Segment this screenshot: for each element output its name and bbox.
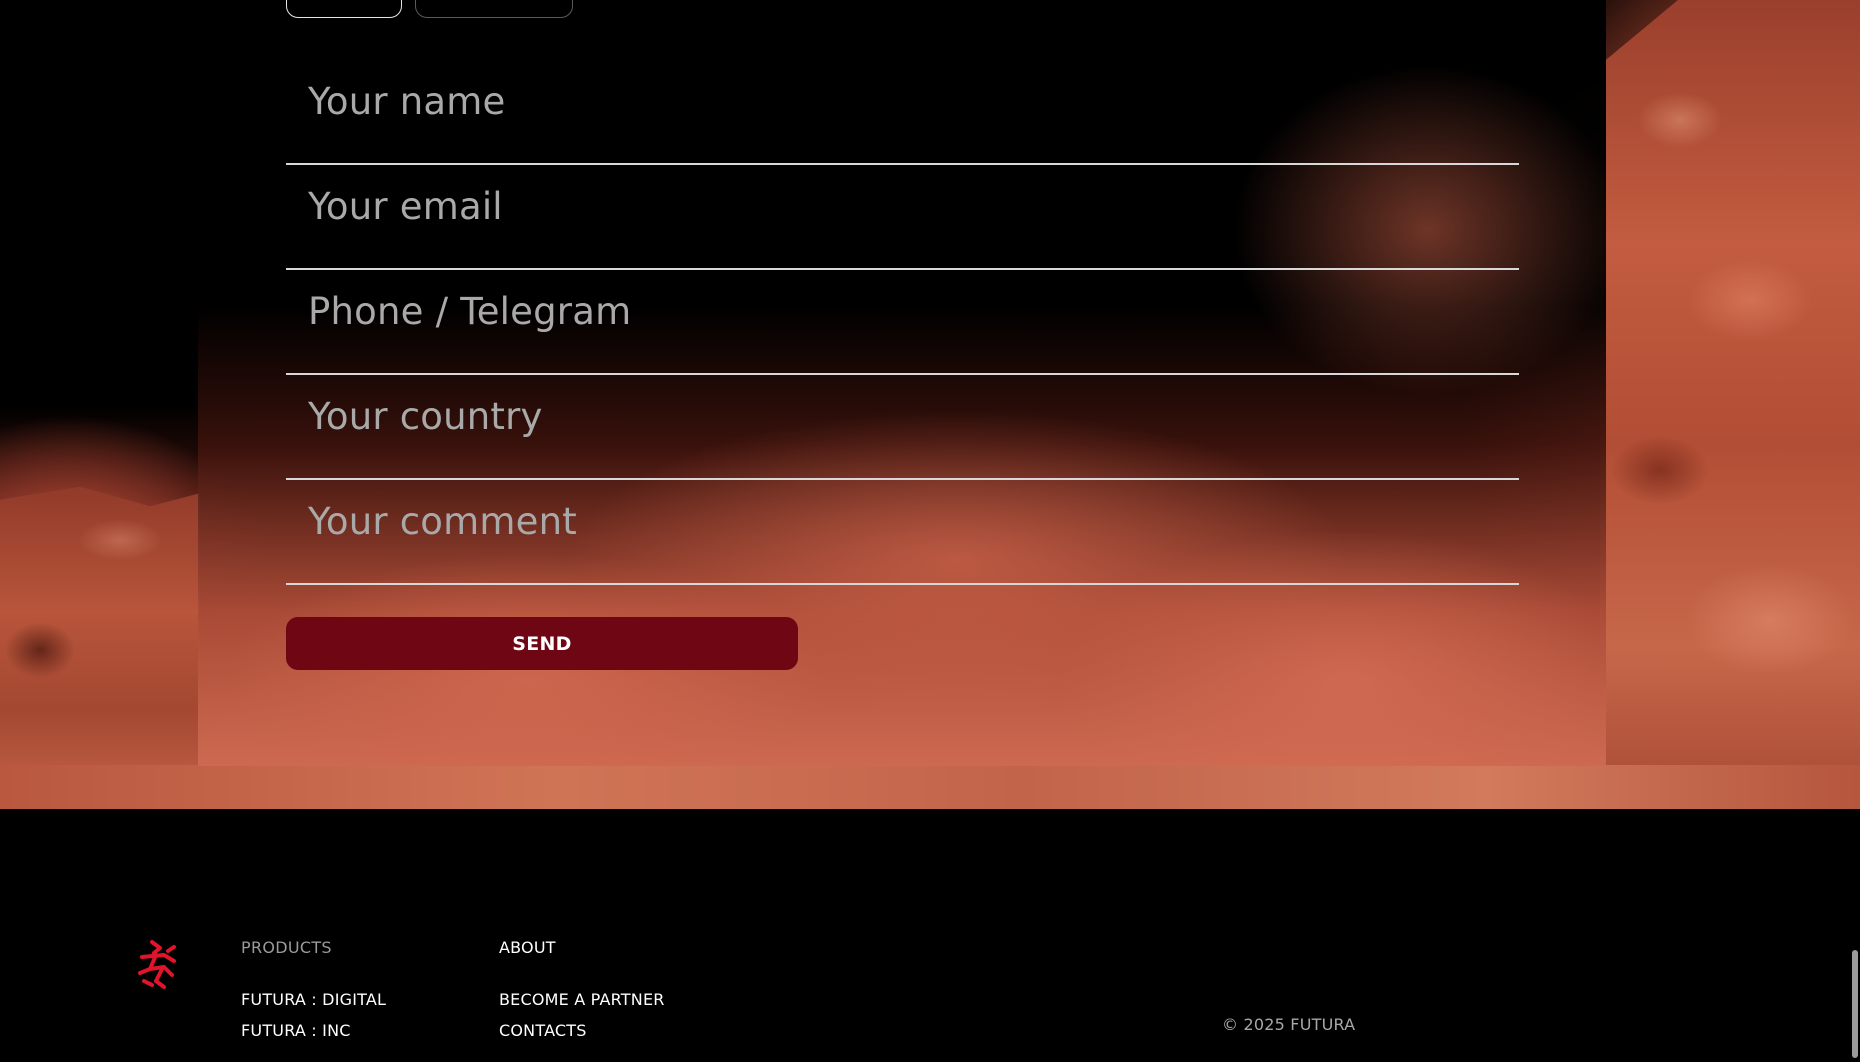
futura-logo-icon[interactable] <box>134 939 182 991</box>
terrain-left-rocks <box>0 486 200 809</box>
footer-link-contacts[interactable]: CONTACTS <box>499 1021 665 1041</box>
comment-input[interactable] <box>306 490 1490 552</box>
terrain-right-rocks <box>1600 0 1860 809</box>
terrain-bottom-strip <box>0 765 1860 809</box>
name-input[interactable] <box>306 70 1490 132</box>
scrollbar[interactable] <box>1850 0 1860 1062</box>
footer: PRODUCTS FUTURA : DIGITAL FUTURA : INC A… <box>0 809 1860 1062</box>
name-field <box>286 60 1519 165</box>
send-button[interactable]: SEND <box>286 617 798 670</box>
email-field <box>286 165 1519 270</box>
page: SEND PRODUCTS FUTURA : DIGITAL FUTURA : … <box>0 0 1860 1062</box>
phone-telegram-input[interactable] <box>306 280 1490 342</box>
about-column: ABOUT BECOME A PARTNER CONTACTS <box>499 938 665 1052</box>
footer-link-about[interactable]: ABOUT <box>499 938 665 958</box>
products-column: PRODUCTS FUTURA : DIGITAL FUTURA : INC <box>241 938 386 1052</box>
footer-link-become-partner[interactable]: BECOME A PARTNER <box>499 990 665 1010</box>
copyright-text: © 2025 FUTURA <box>1222 1015 1356 1034</box>
email-input[interactable] <box>306 175 1490 237</box>
option-chip-1[interactable] <box>286 0 402 18</box>
comment-field <box>286 480 1519 585</box>
country-input[interactable] <box>306 385 1490 447</box>
country-field <box>286 375 1519 480</box>
phone-field <box>286 270 1519 375</box>
footer-link-futura-inc[interactable]: FUTURA : INC <box>241 1021 386 1041</box>
footer-link-futura-digital[interactable]: FUTURA : DIGITAL <box>241 990 386 1010</box>
contact-section: SEND <box>0 0 1860 809</box>
contact-form <box>286 60 1519 585</box>
products-heading: PRODUCTS <box>241 938 332 957</box>
scrollbar-thumb[interactable] <box>1852 950 1858 1058</box>
option-chip-2[interactable] <box>415 0 573 18</box>
